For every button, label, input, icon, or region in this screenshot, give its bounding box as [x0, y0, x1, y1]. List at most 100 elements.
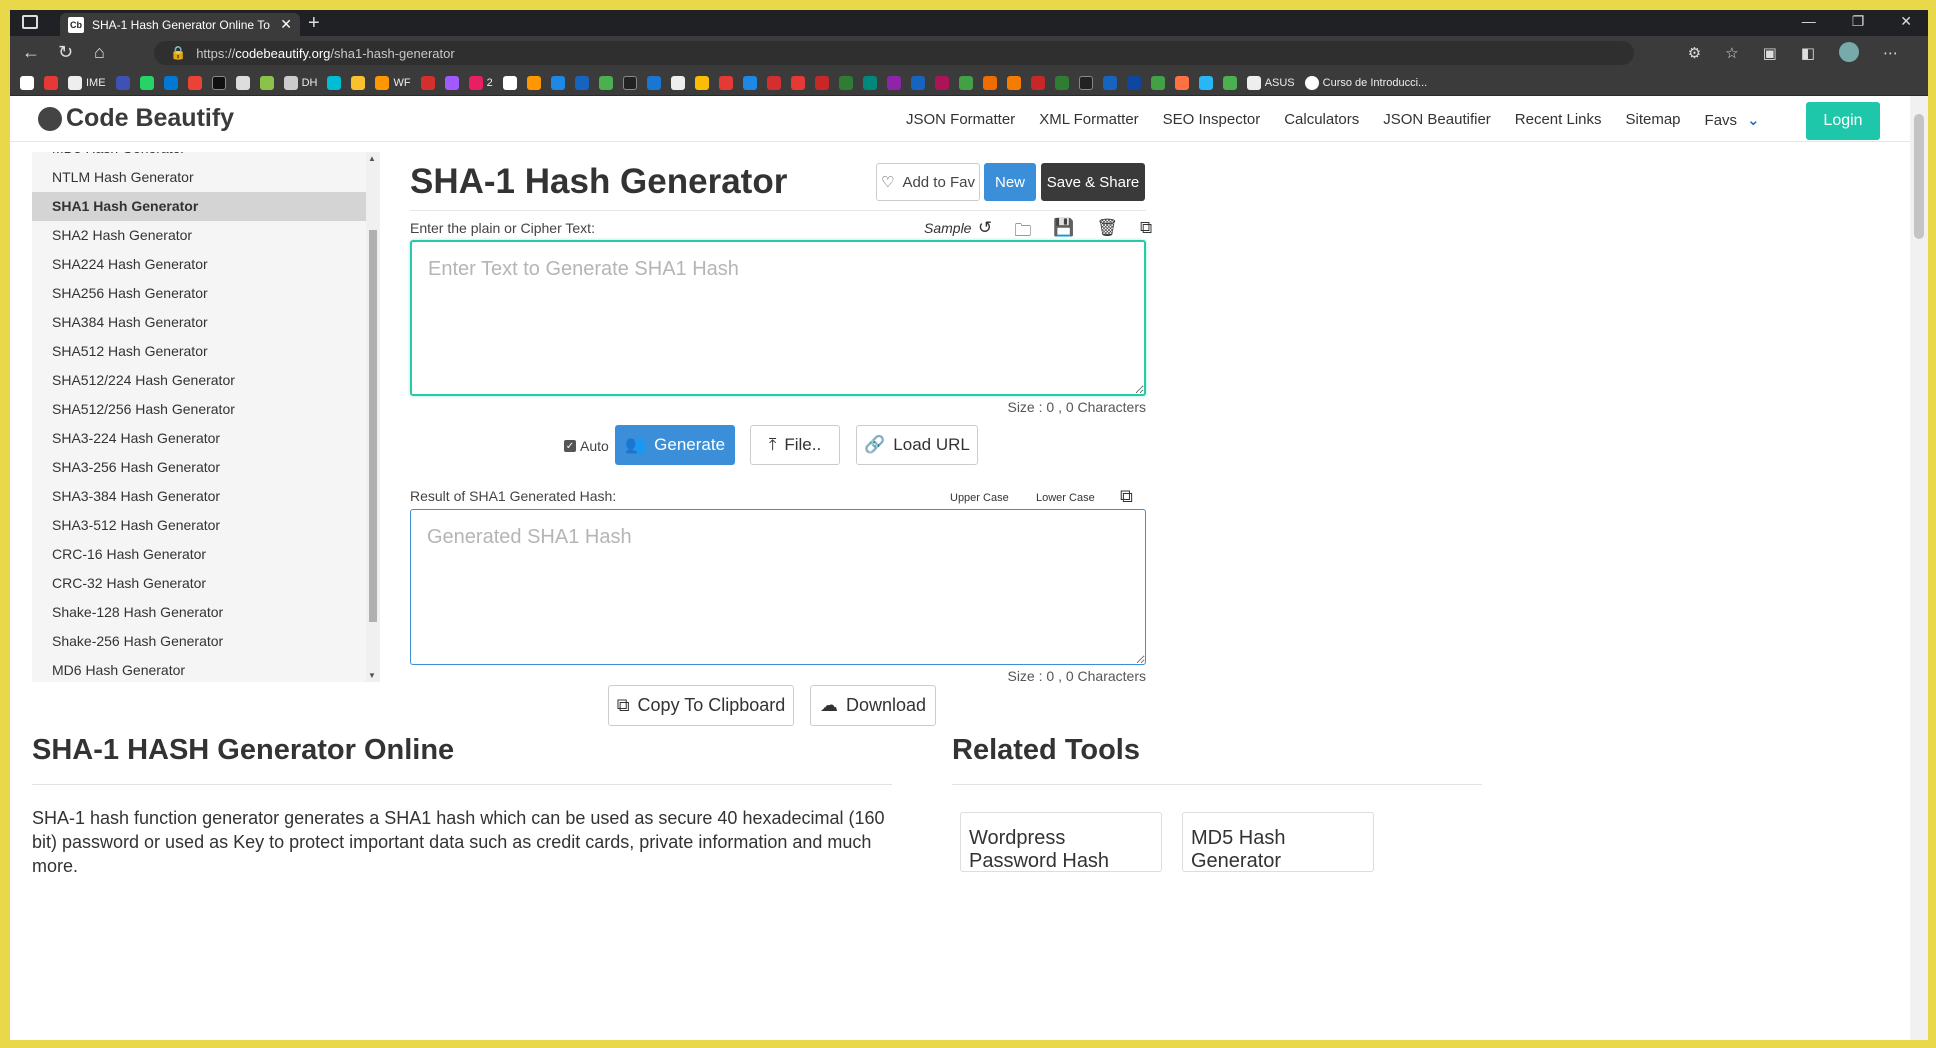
sidebar-item-sha384[interactable]: SHA384 Hash Generator: [32, 308, 380, 337]
bookmark-item[interactable]: [1078, 75, 1093, 90]
bookmark-item[interactable]: ASUS: [1246, 75, 1295, 90]
bookmark-item[interactable]: [934, 75, 949, 90]
bookmark-item[interactable]: [886, 75, 901, 90]
bookmark-item[interactable]: [1102, 75, 1117, 90]
bookmark-item[interactable]: [139, 75, 154, 90]
auto-checkbox[interactable]: ✓ Auto: [564, 438, 609, 454]
bookmark-item[interactable]: [766, 75, 781, 90]
bookmark-item[interactable]: [742, 75, 757, 90]
bookmark-item[interactable]: [259, 75, 274, 90]
bookmark-item[interactable]: [1198, 75, 1213, 90]
home-icon[interactable]: ⌂: [94, 42, 105, 63]
sidebar-item-sha3-384[interactable]: SHA3-384 Hash Generator: [32, 482, 380, 511]
minimize-icon[interactable]: —: [1802, 13, 1816, 30]
nav-xml-formatter[interactable]: XML Formatter: [1039, 111, 1138, 129]
more-menu-icon[interactable]: ⋯: [1883, 44, 1898, 62]
bookmark-item[interactable]: [351, 75, 366, 90]
bookmark-item[interactable]: [838, 75, 853, 90]
bookmark-item[interactable]: [115, 75, 130, 90]
related-tool-card[interactable]: Wordpress Password Hash: [960, 812, 1162, 872]
sidebar-item-sha512-256[interactable]: SHA512/256 Hash Generator: [32, 395, 380, 424]
bookmark-item[interactable]: IME: [68, 75, 106, 90]
file-button[interactable]: ⤒ File..: [750, 425, 840, 465]
bookmark-item[interactable]: [910, 75, 925, 90]
scroll-up-icon[interactable]: ▲: [368, 154, 376, 163]
download-button[interactable]: ☁ Download: [810, 685, 936, 726]
bookmark-item[interactable]: [1030, 75, 1045, 90]
bookmark-item[interactable]: DH: [283, 75, 317, 90]
capture-icon[interactable]: ◧: [1801, 44, 1815, 62]
copy-to-clipboard-button[interactable]: ⧉ Copy To Clipboard: [608, 685, 794, 726]
bookmark-item[interactable]: [163, 75, 178, 90]
bookmark-item[interactable]: [1150, 75, 1165, 90]
browser-tab[interactable]: Cb SHA-1 Hash Generator Online To ✕: [60, 13, 300, 36]
bookmark-item[interactable]: [694, 75, 709, 90]
sidebar-item-sha2[interactable]: SHA2 Hash Generator: [32, 221, 380, 250]
sidebar-item-sha512-224[interactable]: SHA512/224 Hash Generator: [32, 366, 380, 395]
add-to-fav-button[interactable]: ♡ Add to Fav: [876, 163, 980, 201]
lower-case-link[interactable]: Lower Case: [1036, 492, 1095, 504]
output-textarea[interactable]: [410, 509, 1146, 665]
bookmark-item[interactable]: [790, 75, 805, 90]
sidebar-item-md6[interactable]: MD6 Hash Generator: [32, 656, 380, 682]
save-share-button[interactable]: Save & Share: [1041, 163, 1145, 201]
nav-recent-links[interactable]: Recent Links: [1515, 111, 1602, 129]
bookmark-item[interactable]: WF: [375, 75, 411, 90]
page-scrollbar[interactable]: [1910, 96, 1928, 1040]
bookmark-item[interactable]: [1222, 75, 1237, 90]
nav-json-formatter[interactable]: JSON Formatter: [906, 111, 1015, 129]
bookmark-item[interactable]: [982, 75, 997, 90]
scroll-down-icon[interactable]: ▼: [368, 671, 376, 680]
bookmark-item[interactable]: [574, 75, 589, 90]
bookmark-item[interactable]: [235, 75, 250, 90]
bookmark-item[interactable]: 2: [468, 75, 493, 90]
sidebar-item-sha224[interactable]: SHA224 Hash Generator: [32, 250, 380, 279]
favorites-icon[interactable]: ☆: [1725, 44, 1738, 62]
nav-favs[interactable]: Favs ⌄: [1705, 111, 1760, 129]
sidebar-item-crc16[interactable]: CRC-16 Hash Generator: [32, 540, 380, 569]
bookmark-item[interactable]: [670, 75, 685, 90]
sidebar-item-ntlm[interactable]: NTLM Hash Generator: [32, 163, 380, 192]
bookmark-item[interactable]: [420, 75, 435, 90]
bookmark-item[interactable]: [622, 75, 637, 90]
bookmark-item[interactable]: [1054, 75, 1069, 90]
bookmark-item[interactable]: [958, 75, 973, 90]
collections-icon[interactable]: ▣: [1763, 44, 1777, 62]
related-tool-card[interactable]: MD5 Hash Generator: [1182, 812, 1374, 872]
back-icon[interactable]: ←: [22, 42, 40, 63]
copy-icon[interactable]: ⧉: [1120, 486, 1133, 507]
new-tab-icon[interactable]: +: [308, 12, 320, 35]
nav-json-beautifier[interactable]: JSON Beautifier: [1383, 111, 1491, 129]
bookmark-item[interactable]: [718, 75, 733, 90]
sidebar-toggle-icon[interactable]: [22, 15, 38, 29]
sidebar-item-sha3-512[interactable]: SHA3-512 Hash Generator: [32, 511, 380, 540]
sidebar-item-crc32[interactable]: CRC-32 Hash Generator: [32, 569, 380, 598]
restore-icon[interactable]: ❐: [1852, 13, 1865, 30]
bookmark-item[interactable]: [1174, 75, 1189, 90]
bookmark-item[interactable]: [862, 75, 877, 90]
bookmark-item[interactable]: [550, 75, 565, 90]
bookmark-item[interactable]: [1126, 75, 1141, 90]
bookmark-item[interactable]: [327, 75, 342, 90]
sidebar-item-sha512[interactable]: SHA512 Hash Generator: [32, 337, 380, 366]
new-button[interactable]: New: [984, 163, 1036, 201]
login-button[interactable]: Login: [1806, 102, 1880, 140]
upper-case-link[interactable]: Upper Case: [950, 492, 1009, 504]
bookmark-item[interactable]: [1006, 75, 1021, 90]
bookmark-item[interactable]: [444, 75, 459, 90]
bookmark-item[interactable]: [598, 75, 613, 90]
nav-seo-inspector[interactable]: SEO Inspector: [1163, 111, 1261, 129]
sample-link[interactable]: Sample: [924, 220, 971, 236]
nav-calculators[interactable]: Calculators: [1284, 111, 1359, 129]
sidebar-item-sha1[interactable]: SHA1 Hash Generator: [32, 192, 380, 221]
site-logo[interactable]: Code Beautify: [38, 104, 234, 133]
nav-sitemap[interactable]: Sitemap: [1626, 111, 1681, 129]
bookmark-item[interactable]: Curso de Introducci...: [1304, 75, 1427, 90]
bookmark-item[interactable]: [502, 75, 517, 90]
sidebar-item-sha3-256[interactable]: SHA3-256 Hash Generator: [32, 453, 380, 482]
bookmark-item[interactable]: [211, 75, 226, 90]
refresh-icon[interactable]: ↻: [58, 42, 73, 63]
sidebar-item-md5[interactable]: MD5 Hash Generator: [32, 152, 380, 163]
url-field[interactable]: 🔒 https://codebeautify.org/sha1-hash-gen…: [154, 41, 1634, 65]
profile-avatar[interactable]: [1839, 42, 1859, 62]
